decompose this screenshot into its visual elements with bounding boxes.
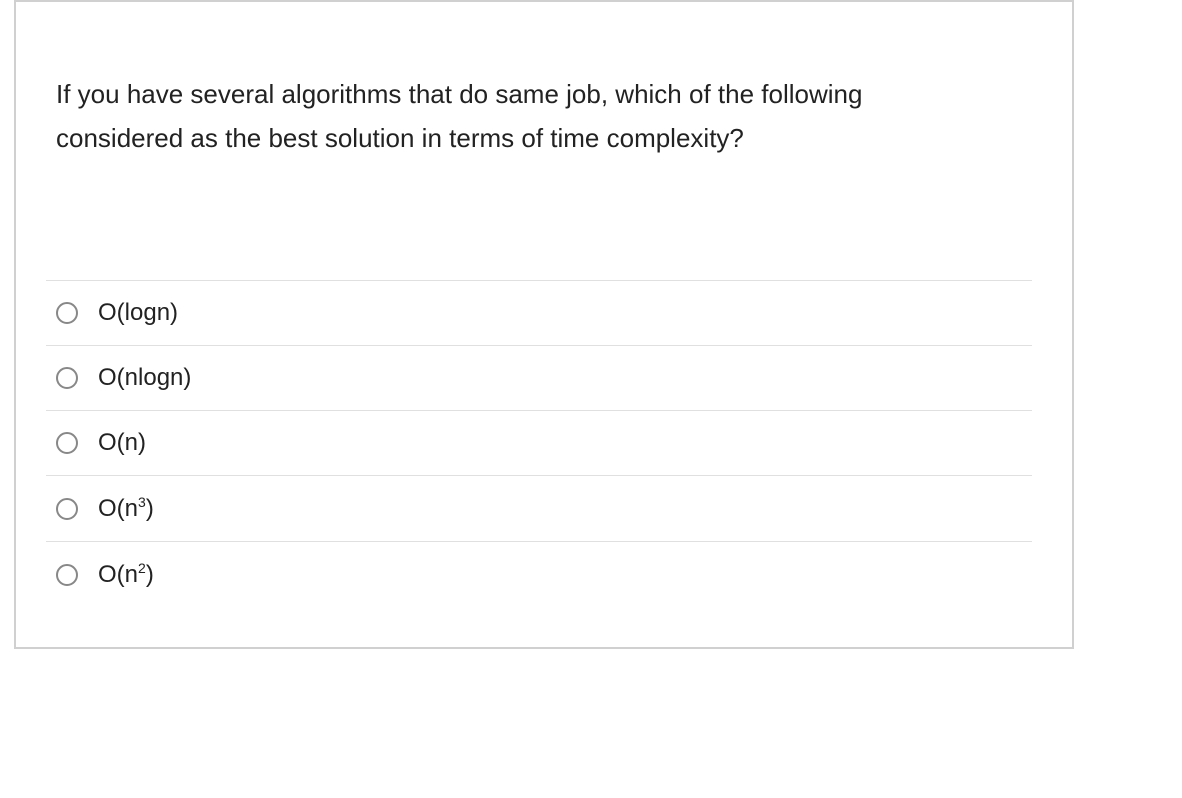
option-label: O(nlogn): [98, 364, 191, 392]
option-label: O(n3): [98, 494, 154, 523]
question-card: If you have several algorithms that do s…: [14, 0, 1074, 649]
options-container: O(logn) O(nlogn) O(n) O(n3) O(n2): [16, 280, 1072, 647]
question-text: If you have several algorithms that do s…: [16, 2, 916, 190]
radio-icon[interactable]: [56, 367, 78, 389]
radio-icon[interactable]: [56, 302, 78, 324]
option-row-3[interactable]: O(n3): [46, 475, 1032, 541]
radio-icon[interactable]: [56, 498, 78, 520]
option-label: O(n): [98, 429, 146, 457]
option-row-0[interactable]: O(logn): [46, 280, 1032, 345]
option-row-1[interactable]: O(nlogn): [46, 345, 1032, 410]
radio-icon[interactable]: [56, 432, 78, 454]
option-label: O(logn): [98, 299, 178, 327]
option-row-2[interactable]: O(n): [46, 410, 1032, 475]
option-label: O(n2): [98, 560, 154, 589]
radio-icon[interactable]: [56, 564, 78, 586]
option-row-4[interactable]: O(n2): [46, 541, 1032, 607]
